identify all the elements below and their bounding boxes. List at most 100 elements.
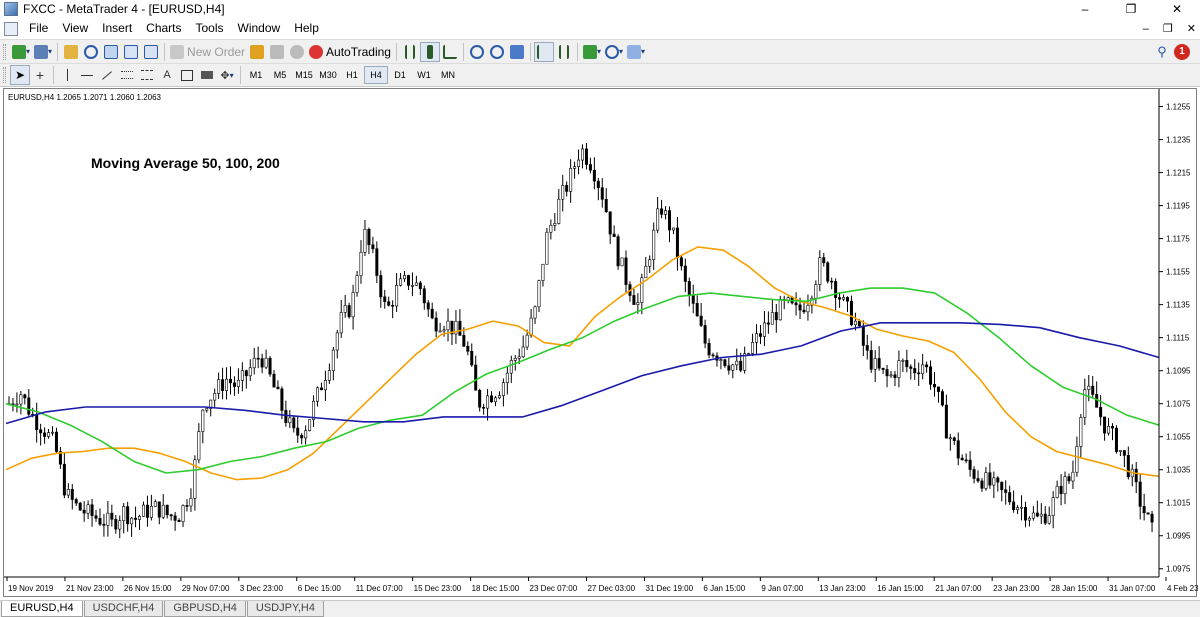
- line-chart-button[interactable]: [440, 42, 460, 62]
- timeframe-m5[interactable]: M5: [268, 66, 292, 84]
- templates-button[interactable]: ▾: [625, 42, 647, 62]
- terminal-button[interactable]: [121, 42, 141, 62]
- maximize-button[interactable]: ❐: [1108, 0, 1154, 18]
- candle-body: [501, 382, 505, 396]
- timeframe-m30[interactable]: M30: [316, 66, 340, 84]
- candle-body: [1087, 385, 1091, 390]
- toolbar-grip[interactable]: [3, 67, 6, 83]
- search-button[interactable]: ⚲: [1152, 42, 1172, 62]
- zoom-out-button[interactable]: [487, 42, 507, 62]
- new-chart-button[interactable]: ▾: [10, 42, 32, 62]
- candle-body: [624, 257, 628, 285]
- cursor-tool-button[interactable]: ➤: [10, 65, 30, 85]
- candle-body: [711, 354, 715, 357]
- menu-charts[interactable]: Charts: [139, 18, 188, 39]
- timeframe-h1[interactable]: H1: [340, 66, 364, 84]
- candle-body: [580, 148, 584, 161]
- menu-help[interactable]: Help: [287, 18, 326, 39]
- text-label-button[interactable]: [177, 65, 197, 85]
- menu-tools[interactable]: Tools: [189, 18, 231, 39]
- candle-body: [379, 275, 383, 298]
- tab-gbpusd-h4[interactable]: GBPUSD,H4: [164, 601, 246, 617]
- chart-annotation[interactable]: Moving Average 50, 100, 200: [91, 155, 280, 171]
- menu-window[interactable]: Window: [231, 18, 288, 39]
- candle-body: [1126, 455, 1130, 478]
- zoom-in-button[interactable]: [467, 42, 487, 62]
- moving-average-lines: [5, 246, 1160, 481]
- chart-shift-button[interactable]: [554, 42, 574, 62]
- indicators-icon: [582, 44, 597, 59]
- arrows-button[interactable]: ✥ ▾: [217, 65, 237, 85]
- candle-body: [600, 187, 604, 200]
- mdi-minimize-button[interactable]: –: [1143, 23, 1149, 35]
- tab-eurusd-h4[interactable]: EURUSD,H4: [1, 601, 83, 617]
- data-window-button[interactable]: [81, 42, 101, 62]
- text-tool-button[interactable]: A: [157, 65, 177, 85]
- time-tick-label: 9 Jan 07:00: [761, 584, 803, 593]
- periods-button[interactable]: ▾: [603, 42, 625, 62]
- mdi-restore-button[interactable]: ❐: [1163, 22, 1173, 35]
- candle-body: [869, 350, 873, 370]
- candle-body: [1083, 389, 1087, 418]
- candle-body: [723, 359, 727, 367]
- rectangle-button[interactable]: [197, 65, 217, 85]
- candle-body: [395, 285, 399, 307]
- mdi-close-button[interactable]: ✕: [1187, 22, 1196, 35]
- profiles-button[interactable]: ▾: [32, 42, 54, 62]
- timeframe-m15[interactable]: M15: [292, 66, 316, 84]
- market-icon: [290, 44, 305, 59]
- candle-body: [466, 345, 470, 352]
- market-button[interactable]: [287, 42, 307, 62]
- close-button[interactable]: ✕: [1154, 0, 1200, 18]
- tile-windows-button[interactable]: [507, 42, 527, 62]
- toolbar-grip[interactable]: [3, 43, 6, 60]
- crosshair-tool-button[interactable]: +: [30, 65, 50, 85]
- tab-usdchf-h4[interactable]: USDCHF,H4: [83, 601, 164, 617]
- menu-insert[interactable]: Insert: [95, 18, 139, 39]
- timeframe-mn[interactable]: MN: [436, 66, 460, 84]
- menu-view[interactable]: View: [55, 18, 95, 39]
- timeframe-h4[interactable]: H4: [364, 66, 388, 84]
- candlestick-button[interactable]: [419, 41, 440, 62]
- chart-window[interactable]: EURUSD,H4 1.2065 1.2071 1.2060 1.2063 Mo…: [3, 88, 1198, 598]
- menu-file[interactable]: File: [22, 18, 55, 39]
- signals-button[interactable]: [267, 42, 287, 62]
- navigator-button[interactable]: [101, 42, 121, 62]
- timeframe-m1[interactable]: M1: [244, 66, 268, 84]
- fibonacci-button[interactable]: [137, 65, 157, 85]
- tester-button[interactable]: [141, 42, 161, 62]
- indicators-button[interactable]: ▾: [581, 42, 603, 62]
- candle-body: [181, 505, 185, 522]
- horizontal-line-button[interactable]: [77, 65, 97, 85]
- candle-body: [217, 379, 221, 394]
- new-order-button[interactable]: New Order: [168, 42, 247, 62]
- time-tick-label: 19 Nov 2019: [8, 584, 54, 593]
- equidistant-channel-button[interactable]: [117, 65, 137, 85]
- price-chart[interactable]: EURUSD,H4 1.2065 1.2071 1.2060 1.2063 Mo…: [4, 89, 1198, 598]
- market-watch-button[interactable]: [61, 42, 81, 62]
- bar-chart-button[interactable]: [400, 42, 420, 62]
- candle-body: [798, 304, 802, 311]
- candle-body: [177, 520, 181, 522]
- timeframe-w1[interactable]: W1: [412, 66, 436, 84]
- price-tick-label: 1.1135: [1166, 301, 1190, 310]
- candle-body: [948, 437, 952, 440]
- auto-scroll-button[interactable]: [533, 41, 554, 62]
- time-tick-label: 6 Dec 15:00: [298, 584, 342, 593]
- candle-body: [375, 248, 379, 276]
- candle-body: [664, 210, 668, 215]
- candle-body: [426, 302, 430, 310]
- metaeditor-button[interactable]: [247, 42, 267, 62]
- candle-body: [865, 345, 869, 351]
- autotrading-button[interactable]: AutoTrading: [307, 42, 393, 62]
- tab-usdjpy-h4[interactable]: USDJPY,H4: [246, 601, 324, 617]
- vertical-line-button[interactable]: [57, 65, 77, 85]
- trendline-button[interactable]: [97, 65, 117, 85]
- candle-body: [541, 263, 545, 281]
- toolbar-separator: [529, 42, 531, 61]
- price-tick-label: 1.1035: [1166, 466, 1191, 475]
- timeframe-d1[interactable]: D1: [388, 66, 412, 84]
- chart-window-icon[interactable]: [4, 21, 18, 36]
- minimize-button[interactable]: –: [1062, 0, 1108, 18]
- notifications-button[interactable]: 1: [1172, 42, 1192, 62]
